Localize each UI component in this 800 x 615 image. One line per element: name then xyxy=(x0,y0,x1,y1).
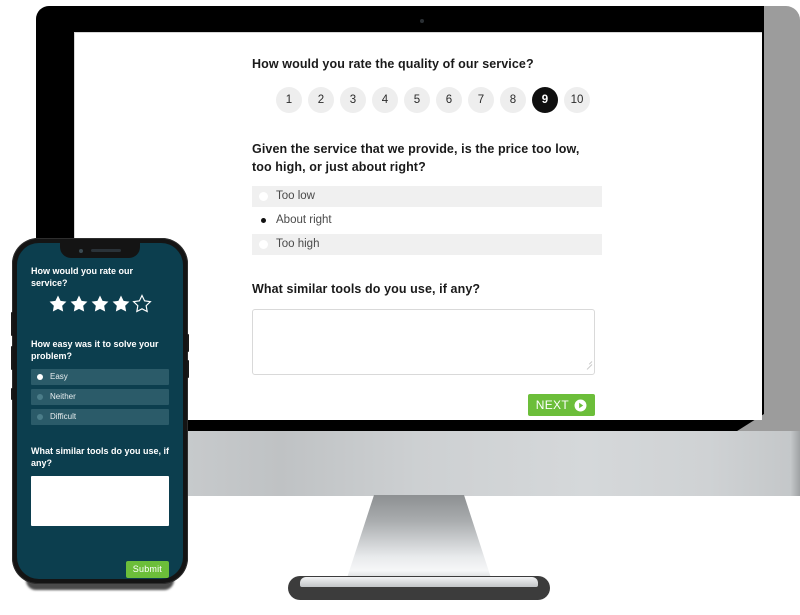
submit-button-row: Submit xyxy=(31,560,169,578)
mobile-question-1-title: How would you rate our service? xyxy=(31,266,134,289)
desktop-question-2-title: Given the service that we provide, is th… xyxy=(252,142,580,174)
similar-tools-textarea[interactable] xyxy=(252,309,595,375)
rating-option-7[interactable]: 7 xyxy=(468,87,494,114)
star-filled-icon[interactable] xyxy=(69,294,89,314)
ease-option-row[interactable]: Neither xyxy=(31,388,169,405)
mobile-similar-tools-textarea[interactable] xyxy=(31,475,169,526)
earpiece-speaker-icon xyxy=(91,249,121,252)
price-option-row[interactable]: Too low xyxy=(252,185,602,207)
submit-button[interactable]: Submit xyxy=(125,560,169,578)
rating-option-2[interactable]: 2 xyxy=(308,87,334,114)
radio-dot-icon xyxy=(261,217,266,223)
desktop-question-2-block: Given the service that we provide, is th… xyxy=(252,141,602,255)
device-mockup-scene: How would you rate the quality of our se… xyxy=(0,0,800,615)
star-filled-icon[interactable] xyxy=(90,294,110,314)
volume-down-button[interactable] xyxy=(11,346,13,370)
rating-option-9[interactable]: 9 xyxy=(532,87,558,114)
rating-option-5[interactable]: 5 xyxy=(404,87,430,114)
radio-dot-icon xyxy=(37,413,43,420)
price-option-label: Too low xyxy=(276,190,315,203)
rating-option-6[interactable]: 6 xyxy=(436,87,462,114)
power-button[interactable] xyxy=(187,334,189,352)
mobile-survey-form: How would you rate our service? How easy… xyxy=(17,243,183,578)
rating-option-1[interactable]: 1 xyxy=(276,87,302,114)
phone-body: How would you rate our service? How easy… xyxy=(11,238,189,584)
radio-dot-icon xyxy=(37,393,43,400)
desktop-survey-form: How would you rate the quality of our se… xyxy=(252,56,602,416)
webcam-icon xyxy=(420,19,424,23)
next-button-row: NEXT xyxy=(252,394,595,416)
price-option-label: About right xyxy=(276,214,332,227)
rating-option-10[interactable]: 10 xyxy=(564,87,590,114)
ease-options-list: Easy Neither Difficult xyxy=(31,368,169,425)
price-option-row[interactable]: About right xyxy=(252,209,602,231)
rating-scale[interactable]: 1 2 3 4 5 6 7 8 9 10 xyxy=(252,87,602,114)
ease-option-label: Easy xyxy=(50,372,68,382)
star-filled-icon[interactable] xyxy=(111,294,131,314)
mobile-question-1-block: How would you rate our service? xyxy=(31,265,169,314)
next-button[interactable]: NEXT xyxy=(527,394,595,416)
desktop-question-3-block: What similar tools do you use, if any? N… xyxy=(252,281,602,416)
rating-option-3[interactable]: 3 xyxy=(340,87,366,114)
mobile-question-3-title: What similar tools do you use, if any? xyxy=(31,445,170,468)
side-button-secondary[interactable] xyxy=(187,360,189,378)
star-filled-icon[interactable] xyxy=(48,294,68,314)
ease-option-row[interactable]: Easy xyxy=(31,368,169,385)
radio-dot-icon xyxy=(37,373,43,380)
play-circle-icon xyxy=(574,399,587,411)
ease-option-label: Difficult xyxy=(50,412,77,422)
star-rating[interactable] xyxy=(31,294,169,314)
desktop-question-1-block: How would you rate the quality of our se… xyxy=(252,56,602,114)
rating-option-8[interactable]: 8 xyxy=(500,87,526,114)
next-button-label: NEXT xyxy=(535,398,569,412)
mobile-question-3-block: What similar tools do you use, if any? S… xyxy=(31,445,169,578)
ease-option-row[interactable]: Difficult xyxy=(31,408,169,425)
desktop-question-1-title: How would you rate the quality of our se… xyxy=(252,57,534,71)
radio-dot-icon xyxy=(259,191,268,201)
monitor-base-highlight xyxy=(300,577,538,587)
price-option-row[interactable]: Too high xyxy=(252,233,602,255)
radio-dot-icon xyxy=(259,239,268,249)
rating-option-4[interactable]: 4 xyxy=(372,87,398,114)
mobile-phone: How would you rate our service? How easy… xyxy=(11,238,189,590)
volume-up-button[interactable] xyxy=(11,312,13,336)
monitor-stand-neck xyxy=(346,495,492,581)
silent-switch[interactable] xyxy=(11,388,13,400)
ease-option-label: Neither xyxy=(50,392,76,402)
price-options-list: Too low About right Too high xyxy=(252,185,602,255)
phone-notch xyxy=(60,243,140,258)
mobile-question-2-block: How easy was it to solve your problem? E… xyxy=(31,338,169,425)
price-option-label: Too high xyxy=(276,238,320,251)
star-empty-icon[interactable] xyxy=(132,294,152,314)
front-camera-icon xyxy=(79,248,83,253)
phone-screen: How would you rate our service? How easy… xyxy=(17,243,183,579)
mobile-question-2-title: How easy was it to solve your problem? xyxy=(31,339,159,362)
desktop-question-3-title: What similar tools do you use, if any? xyxy=(252,281,481,296)
